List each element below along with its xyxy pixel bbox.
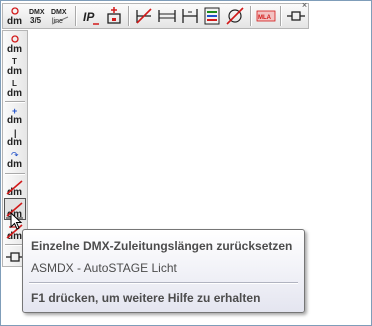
- cable-cross-icon: [226, 7, 244, 25]
- socket-plus-icon: [106, 7, 121, 24]
- line-strike-button[interactable]: [133, 5, 155, 27]
- svg-text:DMX: DMX: [51, 9, 67, 16]
- tooltip-body: ASMDX - AutoSTAGE Licht: [31, 261, 177, 275]
- svg-text:3/5: 3/5: [30, 16, 42, 25]
- dm-plus-icon: + dm: [7, 106, 22, 125]
- toolbar-separator: [249, 6, 252, 26]
- dm-arrow-icon: ↷ dm: [7, 151, 22, 169]
- dm-circle-icon: dm: [7, 35, 22, 54]
- svg-text:MLA: MLA: [258, 15, 272, 21]
- dmx-toolbar-horizontal: dm DMX 3/5 DMX line IP: [2, 1, 309, 29]
- tooltip-help: F1 drücken, um weitere Hilfe zu erhalten: [31, 291, 261, 305]
- svg-text:dm: dm: [7, 66, 22, 76]
- length-horizontal-button[interactable]: [156, 5, 178, 27]
- svg-text:dm: dm: [7, 16, 22, 26]
- toolbar-separator: [5, 173, 25, 175]
- mouse-cursor-icon: [10, 212, 23, 230]
- length-horizontal-icon: [158, 10, 176, 22]
- tooltip-title: Einzelne DMX-Zuleitungslängen zurücksetz…: [31, 239, 293, 253]
- cable-cross-button[interactable]: [224, 5, 246, 27]
- toolbar-close-button[interactable]: ×: [300, 1, 309, 10]
- mla-button[interactable]: MLA: [255, 5, 277, 27]
- svg-text:IP: IP: [83, 10, 95, 24]
- mla-icon: MLA: [256, 10, 275, 22]
- ip-button[interactable]: IP: [80, 5, 102, 27]
- color-sort-icon: [204, 7, 220, 25]
- toolbar-separator: [280, 6, 283, 26]
- svg-text:dm: dm: [7, 159, 22, 169]
- dm-bar-button[interactable]: | dm: [4, 126, 26, 148]
- svg-text:DMX: DMX: [29, 9, 45, 16]
- dmx-line-button[interactable]: DMX line: [49, 5, 71, 27]
- dm-strike-button[interactable]: dm: [4, 176, 26, 198]
- toolbar-separator: [128, 6, 131, 26]
- dm-arrow-button[interactable]: ↷ dm: [4, 148, 26, 170]
- tooltip: Einzelne DMX-Zuleitungslängen zurücksetz…: [22, 229, 305, 313]
- svg-text:dm: dm: [7, 44, 22, 54]
- svg-text:dm: dm: [7, 88, 22, 98]
- toolbar-separator: [5, 101, 25, 103]
- dm-t-button[interactable]: T dm: [4, 55, 26, 77]
- ip-icon: IP: [83, 10, 99, 25]
- dm-bar-icon: | dm: [7, 128, 22, 147]
- dm-circle-button[interactable]: dm: [4, 5, 26, 27]
- length-bracket-icon: [181, 9, 198, 23]
- dmx-35-button[interactable]: DMX 3/5: [27, 5, 49, 27]
- dm-l-icon: L dm: [7, 79, 22, 98]
- socket-plus-button[interactable]: [103, 5, 125, 27]
- dm-circle-icon: dm: [7, 7, 22, 26]
- dm-circle-side-button[interactable]: dm: [4, 33, 26, 55]
- dm-strike-icon: dm: [6, 180, 23, 197]
- svg-text:dm: dm: [7, 137, 22, 147]
- dm-plus-button[interactable]: + dm: [4, 104, 26, 126]
- dm-l-button[interactable]: L dm: [4, 77, 26, 99]
- length-bracket-button[interactable]: [179, 5, 201, 27]
- dmx-35-icon: DMX 3/5: [29, 9, 45, 25]
- toolbar-separator: [75, 6, 77, 26]
- dm-t-icon: T dm: [7, 57, 22, 76]
- line-strike-icon: [136, 8, 152, 24]
- dmx-line-icon: DMX line: [51, 9, 69, 25]
- tooltip-divider: [29, 282, 298, 284]
- svg-text:L: L: [12, 79, 17, 88]
- svg-text:dm: dm: [7, 115, 22, 125]
- color-sort-button[interactable]: [201, 5, 223, 27]
- svg-text:T: T: [12, 57, 17, 66]
